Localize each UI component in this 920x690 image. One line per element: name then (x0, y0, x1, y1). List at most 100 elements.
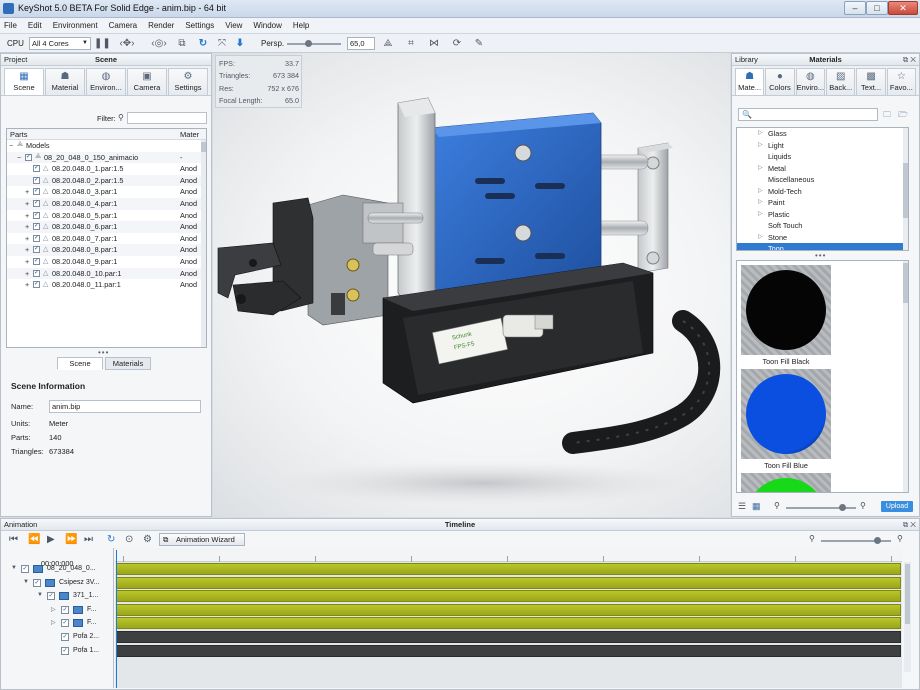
tab-environments[interactable]: ◍ Enviro... (795, 68, 826, 95)
gear-icon[interactable]: ⚙ (143, 533, 152, 546)
visibility-checkbox[interactable]: ✓ (33, 246, 40, 254)
tab-material[interactable]: ☗ Material (45, 68, 85, 95)
play-icon[interactable]: ▶ (47, 533, 55, 546)
scene-tree-scrollbar[interactable] (201, 140, 206, 347)
filter-input[interactable] (127, 112, 207, 124)
subtab-materials[interactable]: Materials (105, 357, 151, 370)
minimize-button[interactable]: – (844, 1, 866, 15)
menu-help[interactable]: Help (293, 21, 309, 30)
scrollbar-thumb[interactable] (201, 142, 206, 152)
visibility-checkbox[interactable]: ✓ (33, 211, 40, 219)
expand-toggle-icon[interactable]: + (25, 245, 29, 254)
expand-arrow-icon[interactable]: ▷ (758, 198, 763, 205)
tree-row[interactable]: − ✓ ⟁ 08_20_048_0_150_animacio - (7, 151, 206, 164)
animation-track-bar[interactable] (116, 603, 901, 616)
expand-arrow-icon[interactable]: ▼ (37, 592, 43, 598)
tab-settings[interactable]: ⚙ Settings (168, 68, 208, 95)
visibility-checkbox[interactable]: ✓ (33, 281, 40, 289)
expand-toggle-icon[interactable]: + (25, 222, 29, 231)
panel-pin-icon[interactable]: ⧉ ✕ (903, 54, 916, 65)
tree-row[interactable]: ✓ △ 08.20.048.0_2.par:1.5 Anod (7, 174, 206, 187)
expand-toggle-icon[interactable]: + (25, 211, 29, 220)
menu-camera[interactable]: Camera (109, 21, 137, 30)
tree-row[interactable]: + ✓ △ 08.20.048.0_5.par:1 Anod (7, 210, 206, 222)
material-category-item[interactable]: ▷ Plastic (737, 209, 908, 221)
material-thumbnail[interactable]: Toon Fill Blue (741, 369, 831, 470)
menu-view[interactable]: View (225, 21, 242, 30)
drop-to-ground-icon[interactable]: ⬇ (233, 37, 247, 50)
material-category-item[interactable]: Toon (737, 243, 908, 250)
timeline-layer-row[interactable]: ▷ ✓ F... (1, 604, 113, 617)
upload-button[interactable]: Upload (881, 501, 913, 512)
scrollbar-thumb[interactable] (903, 263, 908, 303)
tree-row[interactable]: + ✓ △ 08.20.048.0_9.par:1 Anod (7, 256, 206, 268)
library-search-input[interactable]: 🔍 (738, 108, 878, 121)
animation-track-bar[interactable] (116, 563, 901, 575)
material-category-item[interactable]: Soft Touch (737, 220, 908, 232)
animation-track-bar[interactable] (116, 576, 901, 589)
tree-row[interactable]: ✓ △ 08.20.048.0_1.par:1.5 Anod (7, 163, 206, 175)
panel-pin-icon[interactable]: ⧉ ✕ (903, 519, 916, 530)
material-thumbnail[interactable]: Toon Fill Black (741, 265, 831, 366)
category-scrollbar[interactable] (903, 128, 908, 250)
layer-checkbox[interactable]: ✓ (61, 619, 69, 628)
animation-track-bar[interactable] (116, 617, 901, 630)
timeline-layer-row[interactable]: ▼ ✓ 371_1... (1, 590, 113, 603)
splitter-handle[interactable]: ••• (98, 348, 109, 357)
expand-toggle-icon[interactable]: − (9, 141, 13, 150)
visibility-checkbox[interactable]: ✓ (33, 257, 40, 265)
expand-arrow-icon[interactable]: ▷ (758, 141, 763, 148)
material-category-item[interactable]: ▷ Glass (737, 128, 908, 140)
zoom-in-icon[interactable]: ⚲ (897, 534, 903, 543)
grid-view-icon[interactable]: ▦ (752, 501, 761, 512)
tree-row[interactable]: + ✓ △ 08.20.048.0_4.par:1 Anod (7, 197, 206, 210)
material-category-item[interactable]: ▷ Light (737, 140, 908, 152)
visibility-checkbox[interactable]: ✓ (33, 234, 40, 242)
expand-toggle-icon[interactable]: + (25, 187, 29, 196)
close-button[interactable]: ✕ (888, 1, 918, 15)
pause-render-icon[interactable]: ❚❚ (94, 37, 111, 50)
loop-icon[interactable]: ↻ (107, 533, 115, 546)
expand-arrow-icon[interactable]: ▷ (51, 619, 56, 626)
material-thumbnail[interactable]: Toon Fill Green (741, 473, 831, 492)
tree-row[interactable]: + ✓ △ 08.20.048.0_11.par:1 Anod (7, 279, 206, 291)
material-category-item[interactable]: ▷ Mold-Tech (737, 186, 908, 198)
visibility-checkbox[interactable]: ✓ (33, 223, 40, 231)
animation-track-bar[interactable] (116, 590, 901, 603)
thumbnail-scrollbar[interactable] (903, 261, 908, 492)
thumbnail-size-handle[interactable] (839, 504, 846, 511)
fov-slider-track[interactable] (287, 43, 341, 45)
animation-track-bar[interactable] (116, 644, 901, 657)
material-category-item[interactable]: Miscellaneous (737, 174, 908, 186)
crop-icon[interactable]: ⌗ (404, 37, 418, 50)
folder-add-icon[interactable]: 🗀 (883, 109, 891, 123)
expand-arrow-icon[interactable]: ▷ (51, 606, 56, 613)
expand-arrow-icon[interactable]: ▼ (11, 565, 17, 571)
expand-toggle-icon[interactable]: + (25, 280, 29, 289)
tab-environment[interactable]: ◍ Environ... (86, 68, 126, 95)
previous-frame-icon[interactable]: ⏪ (28, 533, 40, 546)
fit-view-icon[interactable]: ⤧ (215, 37, 229, 50)
tree-row[interactable]: + ✓ △ 08.20.048.0_7.par:1 Anod (7, 233, 206, 245)
next-frame-icon[interactable]: ⏩ (65, 533, 77, 546)
tab-camera[interactable]: ▣ Camera (127, 68, 167, 95)
layer-checkbox[interactable]: ✓ (21, 565, 29, 573)
visibility-checkbox[interactable]: ✓ (33, 188, 40, 196)
subtab-scene[interactable]: Scene (57, 357, 103, 370)
menu-edit[interactable]: Edit (28, 21, 42, 30)
maximize-button[interactable]: □ (866, 1, 888, 15)
tab-backplates[interactable]: ▨ Back... (826, 68, 856, 95)
timeline-layer-row[interactable]: ▷ ✓ F... (1, 617, 113, 630)
layer-checkbox[interactable]: ✓ (47, 592, 55, 601)
expand-arrow-icon[interactable]: ▼ (23, 579, 29, 585)
visibility-checkbox[interactable]: ✓ (33, 176, 40, 184)
parts-column-header[interactable]: Parts (10, 130, 28, 139)
go-to-end-icon[interactable]: ⏭ (84, 533, 93, 546)
expand-arrow-icon[interactable]: ▷ (758, 210, 763, 217)
menu-settings[interactable]: Settings (185, 21, 214, 30)
refresh-icon[interactable]: ↻ (196, 37, 210, 50)
material-category-item[interactable]: Liquids (737, 151, 908, 163)
timeline-layer-row[interactable]: ✓ Pofa 2... (1, 631, 113, 644)
menu-render[interactable]: Render (148, 21, 174, 30)
tree-row[interactable]: + ✓ △ 08.20.048.0_10.par:1 Anod (7, 267, 206, 280)
